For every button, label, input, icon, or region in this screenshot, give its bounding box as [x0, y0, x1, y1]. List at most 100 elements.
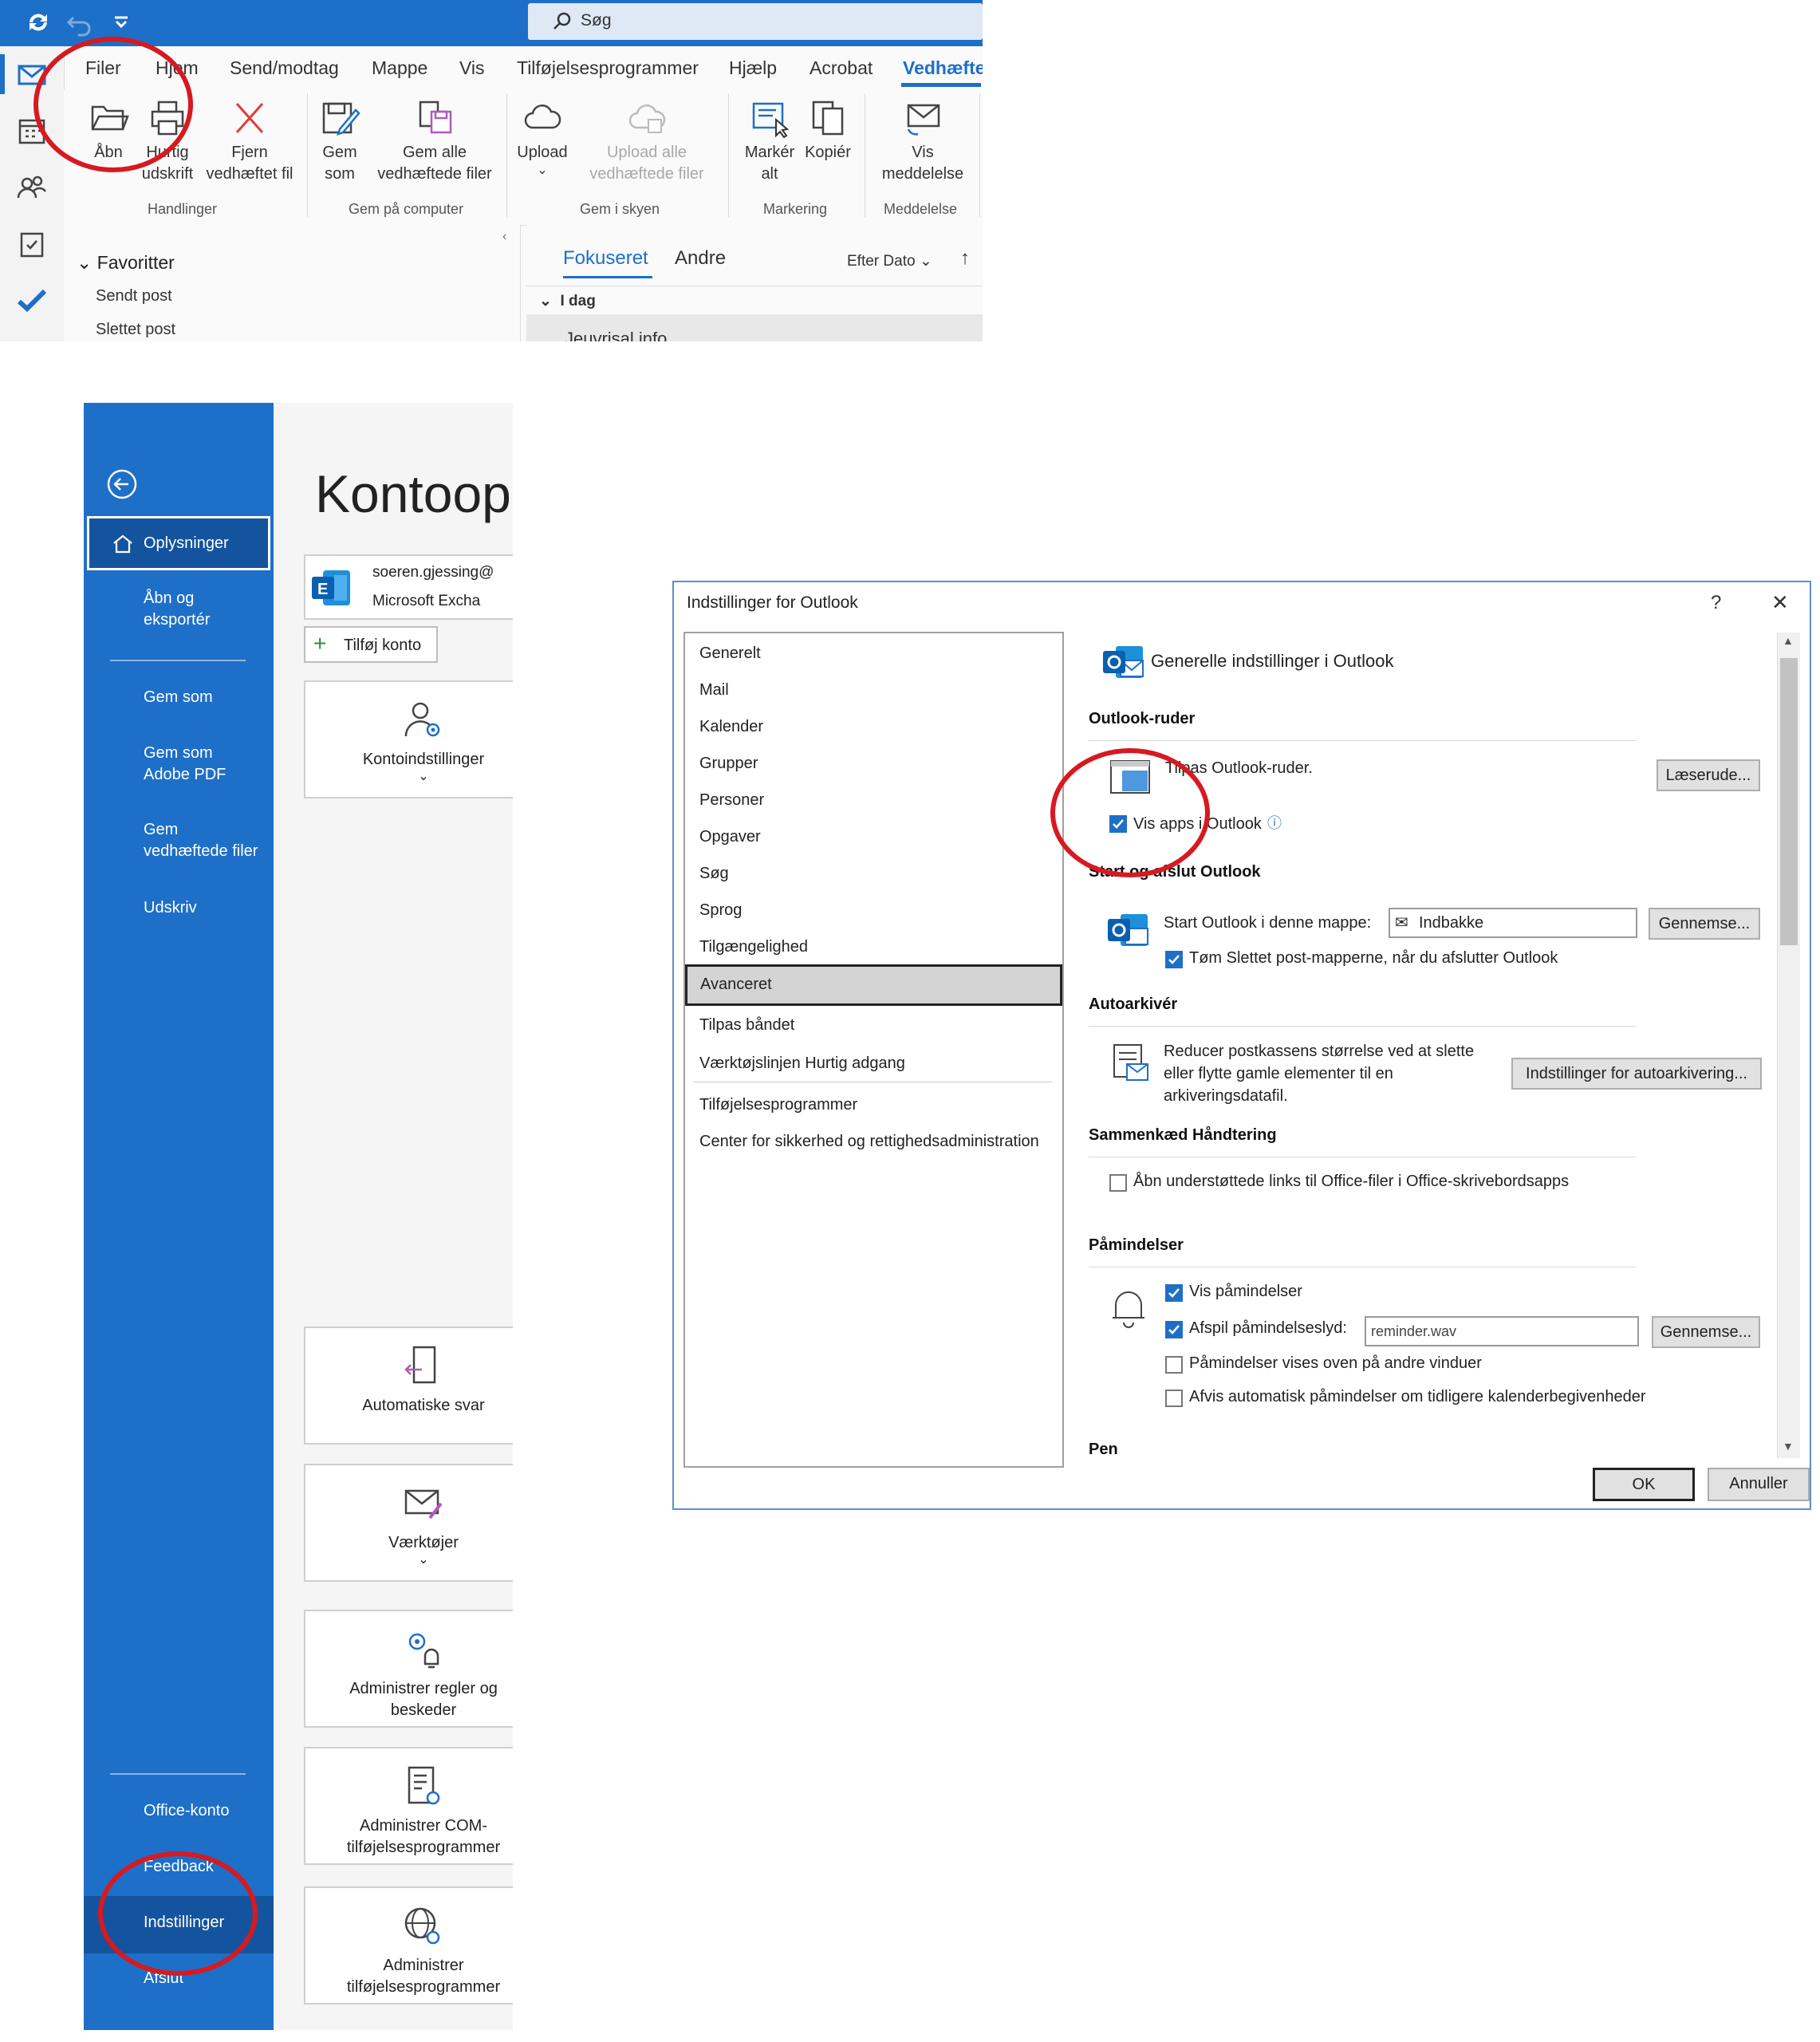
- search-icon: [552, 11, 573, 32]
- reminders-on-top-checkbox[interactable]: [1165, 1356, 1183, 1374]
- nav-sprog[interactable]: Sprog: [699, 901, 742, 920]
- nav-sikkerhedscenter[interactable]: Center for sikkerhed og rettighedsadmini…: [699, 1133, 1039, 1151]
- backstage-nav-info[interactable]: Oplysninger: [87, 516, 270, 570]
- nav-soeg[interactable]: Søg: [699, 865, 729, 883]
- customize-toolbar-icon[interactable]: [105, 6, 137, 38]
- tab-tilfoejelsesprogrammer[interactable]: Tilføjelsesprogrammer: [517, 57, 699, 79]
- ribbon-separator: [979, 93, 980, 217]
- tasks-icon[interactable]: [14, 227, 49, 262]
- nav-opgaver[interactable]: Opgaver: [699, 828, 761, 846]
- autoarchive-settings-button[interactable]: Indstillinger for autoarkivering...: [1511, 1058, 1762, 1090]
- nav-grupper[interactable]: Grupper: [699, 755, 758, 773]
- auto-dismiss-checkbox[interactable]: [1165, 1390, 1183, 1407]
- empty-deleted-label: Tøm Slettet post-mapperne, når du afslut…: [1189, 949, 1558, 967]
- ok-button[interactable]: OK: [1593, 1468, 1695, 1501]
- scroll-down-icon[interactable]: ▼: [1783, 1440, 1794, 1453]
- tab-vis[interactable]: Vis: [459, 57, 485, 79]
- tab-vedhaeftede-filer[interactable]: Vedhæfte: [903, 57, 983, 79]
- door-arrow-icon: [400, 1342, 447, 1390]
- nav-tilpas-baandet[interactable]: Tilpas båndet: [699, 1016, 794, 1035]
- autoarchive-line-3: arkiveringsdatafil.: [1164, 1087, 1288, 1105]
- backstage-nav-save-pdf[interactable]: Gem som Adobe PDF: [144, 743, 226, 786]
- manage-rules-tile[interactable]: Administrer regler og beskeder: [304, 1610, 513, 1728]
- search-box[interactable]: Søg: [528, 3, 983, 40]
- save-att-label-2: vedhæftede filer: [144, 842, 258, 860]
- nav-mail[interactable]: Mail: [699, 681, 729, 700]
- chevron-down-icon: ⌄: [537, 164, 548, 177]
- scrollbar-thumb[interactable]: [1780, 658, 1798, 945]
- nav-personer[interactable]: Personer: [699, 791, 764, 810]
- sync-icon[interactable]: [22, 6, 54, 38]
- upload-button[interactable]: Upload ⌄: [510, 97, 574, 178]
- browse-folder-button[interactable]: Gennemse...: [1649, 908, 1760, 940]
- search-label: Søg: [581, 11, 612, 30]
- open-links-checkbox[interactable]: [1109, 1174, 1127, 1192]
- sound-file-field[interactable]: reminder.wav: [1365, 1316, 1639, 1346]
- nav-generelt[interactable]: Generelt: [699, 645, 761, 663]
- info-label: Oplysninger: [144, 534, 229, 552]
- ribbon-separator: [728, 93, 729, 217]
- nav-hurtig-adgang[interactable]: Værktøjslinjen Hurtig adgang: [699, 1055, 905, 1073]
- backstage-nav-office-account[interactable]: Office-konto: [144, 1800, 229, 1822]
- tools-tile[interactable]: Værktøjer ⌄: [304, 1464, 513, 1582]
- folder-deleted[interactable]: Slettet post: [96, 321, 175, 339]
- nav-tilfoejelsesprogrammer[interactable]: Tilføjelsesprogrammer: [699, 1096, 857, 1114]
- sort-dropdown[interactable]: Efter Dato ⌄: [847, 252, 932, 270]
- show-message-button[interactable]: Vis meddelelse: [871, 97, 975, 185]
- manage-addins-tile[interactable]: Administrer tilføjelsesprogrammer: [304, 1886, 513, 2005]
- empty-deleted-checkbox[interactable]: [1165, 951, 1183, 968]
- people-icon[interactable]: [14, 169, 49, 204]
- nav-tilgaengelighed[interactable]: Tilgængelighed: [699, 938, 808, 956]
- tab-focused[interactable]: Fokuseret: [563, 247, 648, 270]
- archive-icon: [1109, 1042, 1151, 1086]
- message-row[interactable]: Jeuvrisal info: [526, 314, 983, 341]
- backstage-nav-save-attachments[interactable]: Gem vedhæftede filer: [144, 819, 258, 862]
- backstage-nav-save-as[interactable]: Gem som: [144, 687, 213, 708]
- save-as-button[interactable]: Gem som: [315, 97, 364, 185]
- add-account-button[interactable]: + Tilføj konto: [304, 626, 438, 663]
- favorites-label: Favoritter: [97, 252, 175, 273]
- remove-attachment-button[interactable]: Fjern vedhæftet fil: [198, 97, 301, 185]
- undo-icon[interactable]: [64, 6, 96, 38]
- favorites-header[interactable]: ⌄ Favoritter: [77, 252, 175, 274]
- save-all-attachments-button[interactable]: Gem alle vedhæftede filer: [368, 97, 501, 185]
- select-all-button[interactable]: Markér alt: [740, 97, 799, 185]
- browse-sound-button[interactable]: Gennemse...: [1652, 1316, 1760, 1348]
- nav-kalender[interactable]: Kalender: [699, 718, 763, 736]
- back-arrow-icon[interactable]: [106, 468, 138, 500]
- auto-reply-tile[interactable]: Automatiske svar: [304, 1327, 513, 1445]
- account-selector[interactable]: E soeren.gjessing@ Microsoft Excha: [304, 554, 513, 620]
- copy-button[interactable]: Kopiér: [799, 97, 857, 164]
- manage-com-addins-tile[interactable]: Administrer COM- tilføjelsesprogrammer: [304, 1747, 513, 1865]
- collapse-chevron-icon[interactable]: ‹: [502, 230, 506, 244]
- close-button[interactable]: ✕: [1771, 590, 1789, 615]
- scroll-up-icon[interactable]: ▲: [1783, 634, 1794, 647]
- select-all-icon: [749, 97, 790, 139]
- backstage-nav-open-export[interactable]: Åbn og eksportér: [144, 588, 210, 631]
- upload-all-button[interactable]: Upload alle vedhæftede filer: [576, 97, 718, 185]
- help-button[interactable]: ?: [1711, 592, 1721, 614]
- autoarchive-line-2: eller flytte gamle elementer til en: [1164, 1065, 1393, 1082]
- vertical-scrollbar[interactable]: ▲ ▼: [1777, 633, 1800, 1458]
- nav-avanceret[interactable]: Avanceret: [685, 964, 1062, 1006]
- sort-direction-icon[interactable]: ↑: [960, 247, 970, 270]
- play-sound-checkbox[interactable]: [1165, 1321, 1183, 1338]
- reading-pane-button[interactable]: Læserude...: [1657, 759, 1760, 791]
- show-message-label-1: Vis: [912, 144, 934, 161]
- tab-send-modtag[interactable]: Send/modtag: [230, 57, 339, 79]
- account-settings-tile[interactable]: Kontoindstillinger ⌄: [304, 680, 513, 798]
- todo-check-icon[interactable]: [14, 282, 49, 317]
- start-folder-field[interactable]: ✉ Indbakke: [1389, 908, 1637, 938]
- backstage-nav-print[interactable]: Udskriv: [144, 897, 197, 919]
- tab-acrobat[interactable]: Acrobat: [810, 57, 873, 79]
- cancel-button[interactable]: Annuller: [1708, 1468, 1810, 1501]
- group-label-gem-paa-computer: Gem på computer: [349, 201, 464, 217]
- tab-other[interactable]: Andre: [675, 247, 726, 270]
- outlook-start-icon: [1106, 908, 1151, 952]
- tab-mappe[interactable]: Mappe: [372, 57, 427, 79]
- group-today[interactable]: ⌄ I dag: [539, 292, 596, 310]
- tab-hjaelp[interactable]: Hjælp: [729, 57, 777, 79]
- info-icon[interactable]: ⓘ: [1267, 812, 1282, 833]
- folder-sent[interactable]: Sendt post: [96, 287, 172, 306]
- show-reminders-checkbox[interactable]: [1165, 1284, 1183, 1302]
